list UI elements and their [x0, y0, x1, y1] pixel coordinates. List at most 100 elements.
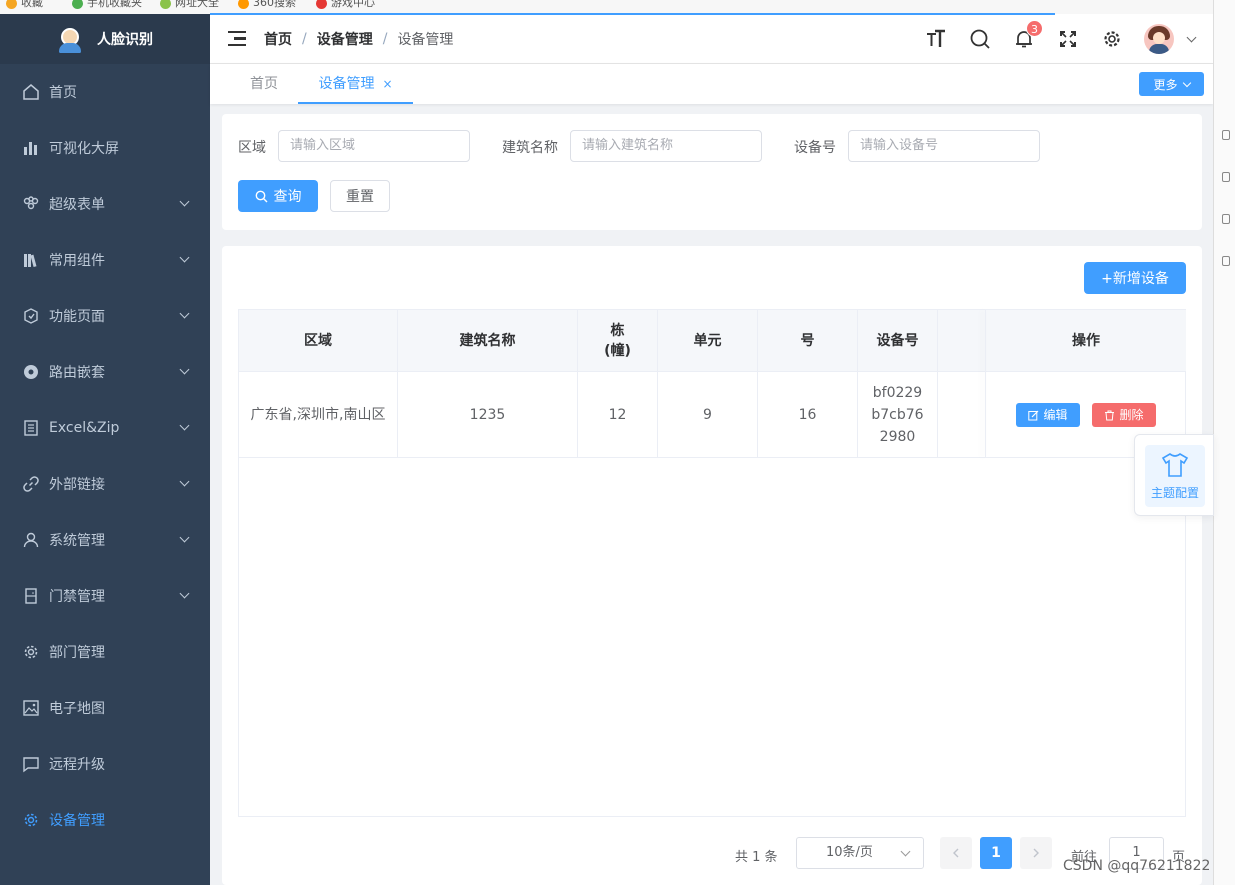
sidebar-item-label: 超级表单 [49, 197, 105, 213]
gear-icon [22, 811, 40, 829]
sidebar-item-label: 远程升级 [49, 757, 105, 773]
bookmark-item[interactable]: 网址大全 [160, 0, 219, 9]
bookmark-item[interactable]: 收藏 [6, 0, 43, 9]
sidebar-item-excel-zip[interactable]: Excel&Zip [0, 400, 210, 456]
next-page-button[interactable] [1020, 837, 1052, 869]
search-icon [255, 190, 267, 202]
edit-icon [1028, 410, 1039, 420]
sidebar-item-function-pages[interactable]: 功能页面 [0, 288, 210, 344]
building-input[interactable]: 请输入建筑名称 [570, 130, 762, 162]
user-icon [22, 531, 40, 549]
page-size-select[interactable]: 10条/页 [796, 837, 924, 869]
bookmark-item[interactable]: 手机收藏夹 [72, 0, 142, 9]
table-cell [938, 372, 986, 458]
chevron-down-icon [179, 532, 190, 543]
gear-icon [22, 643, 40, 661]
menu-toggle-icon[interactable] [228, 30, 246, 47]
sidebar-item-departments[interactable]: 部门管理 [0, 624, 210, 680]
route-icon [22, 363, 40, 381]
column-header: 操作 [986, 310, 1186, 372]
sidebar-item-remote-upgrade[interactable]: 远程升级 [0, 736, 210, 792]
pagination-total: 共 1 条 [735, 850, 778, 865]
table-cell: bf0229 b7cb76 2980 [858, 372, 938, 458]
sidebar-item-label: 功能页面 [49, 309, 105, 325]
sidebar-item-super-form[interactable]: 超级表单 [0, 176, 210, 232]
theme-config-button[interactable]: 主题配置 [1145, 445, 1205, 507]
area-label: 区域 [238, 140, 266, 156]
home-icon [22, 83, 40, 101]
sidebar-item-route-nesting[interactable]: 路由嵌套 [0, 344, 210, 400]
watermark: CSDN @qq76211822 [1063, 858, 1211, 874]
chevron-down-icon [179, 308, 190, 319]
sidebar-item-label: 路由嵌套 [49, 365, 105, 381]
sidebar-item-devices[interactable]: 设备管理 [0, 792, 210, 848]
breadcrumb-item[interactable]: 设备管理 [317, 29, 373, 49]
user-avatar[interactable] [1144, 24, 1174, 54]
sidebar-item-access-control[interactable]: 门禁管理 [0, 568, 210, 624]
bell-icon[interactable]: 3 [1013, 20, 1043, 50]
table-cell: 12 [578, 372, 658, 458]
sidebar-item-label: 首页 [49, 85, 77, 101]
sidebar-item-label: 系统管理 [49, 533, 105, 549]
app-title: 人脸识别 [97, 32, 153, 48]
add-device-button[interactable]: +新增设备 [1084, 262, 1186, 294]
device-input[interactable]: 请输入设备号 [848, 130, 1040, 162]
sidebar-item-label: 设备管理 [49, 813, 105, 829]
app-logo[interactable]: 人脸识别 [0, 14, 210, 64]
column-header: 栋 (幢) [578, 310, 658, 372]
page-number-button[interactable]: 1 [980, 837, 1012, 869]
column-header [938, 310, 986, 372]
page-load-progress [210, 13, 1055, 15]
fullscreen-icon[interactable] [1057, 28, 1079, 50]
close-icon[interactable]: × [382, 77, 392, 91]
reset-button[interactable]: 重置 [330, 180, 390, 212]
prev-page-button[interactable] [940, 837, 972, 869]
breadcrumb-separator: / [382, 30, 388, 47]
sidebar-item-home[interactable]: 首页 [0, 64, 210, 120]
more-tabs-button[interactable]: 更多 [1139, 72, 1204, 96]
side-tool-icon [1222, 256, 1230, 266]
table-cell: 16 [758, 372, 858, 458]
theme-config-panel: 主题配置 [1134, 434, 1214, 516]
chevron-down-icon [179, 420, 190, 431]
delete-button[interactable]: 删除 [1092, 403, 1156, 427]
edit-button[interactable]: 编辑 [1016, 403, 1080, 427]
tab-device-management[interactable]: 设备管理 × [298, 64, 413, 104]
tab-home[interactable]: 首页 [246, 64, 282, 104]
bookmark-item[interactable]: 360搜索 [238, 0, 296, 9]
sidebar-item-label: 门禁管理 [49, 589, 105, 605]
shirt-icon [1161, 452, 1189, 477]
chevron-down-icon[interactable] [1186, 32, 1197, 42]
query-button[interactable]: 查询 [238, 180, 318, 212]
breadcrumb-separator: / [302, 30, 307, 47]
table-cell: 1235 [398, 372, 578, 458]
picture-icon [22, 699, 40, 717]
sidebar-item-system[interactable]: 系统管理 [0, 512, 210, 568]
sidebar: 人脸识别 首页 可视化大屏 超级表单 常用组件 功能页面 路由嵌套 Excel&… [0, 14, 210, 885]
settings-gear-icon[interactable] [1101, 28, 1123, 50]
chevron-left-icon [953, 848, 959, 858]
chevron-down-icon [900, 846, 911, 857]
building-label: 建筑名称 [502, 140, 558, 156]
device-label: 设备号 [794, 140, 836, 156]
breadcrumb-item[interactable]: 首页 [264, 29, 292, 49]
sidebar-item-label: 可视化大屏 [49, 141, 119, 157]
area-input[interactable]: 请输入区域 [278, 130, 470, 162]
table-cell: 广东省,深圳市,南山区 [239, 372, 398, 458]
sidebar-item-dashboard[interactable]: 可视化大屏 [0, 120, 210, 176]
device-table-card: +新增设备 区域 建筑名称 栋 (幢) 单元 号 设备号 操作 广东省,深圳市,… [222, 246, 1202, 885]
bookmark-item[interactable]: 游戏中心 [316, 0, 375, 9]
search-icon[interactable] [969, 28, 991, 50]
sidebar-item-components[interactable]: 常用组件 [0, 232, 210, 288]
fixed-column-shadow [985, 310, 986, 458]
bookmark-bar: 收藏 手机收藏夹 网址大全 360搜索 游戏中心 [0, 0, 1235, 14]
sidebar-item-external-links[interactable]: 外部链接 [0, 456, 210, 512]
sidebar-item-map[interactable]: 电子地图 [0, 680, 210, 736]
link-icon [22, 475, 40, 493]
font-size-icon[interactable] [925, 28, 947, 50]
chevron-down-icon [179, 588, 190, 599]
column-header: 号 [758, 310, 858, 372]
sidebar-item-label: 电子地图 [49, 701, 105, 717]
chat-icon [22, 755, 40, 773]
search-form: 区域 请输入区域 建筑名称 请输入建筑名称 设备号 请输入设备号 查询 重置 [222, 114, 1202, 230]
